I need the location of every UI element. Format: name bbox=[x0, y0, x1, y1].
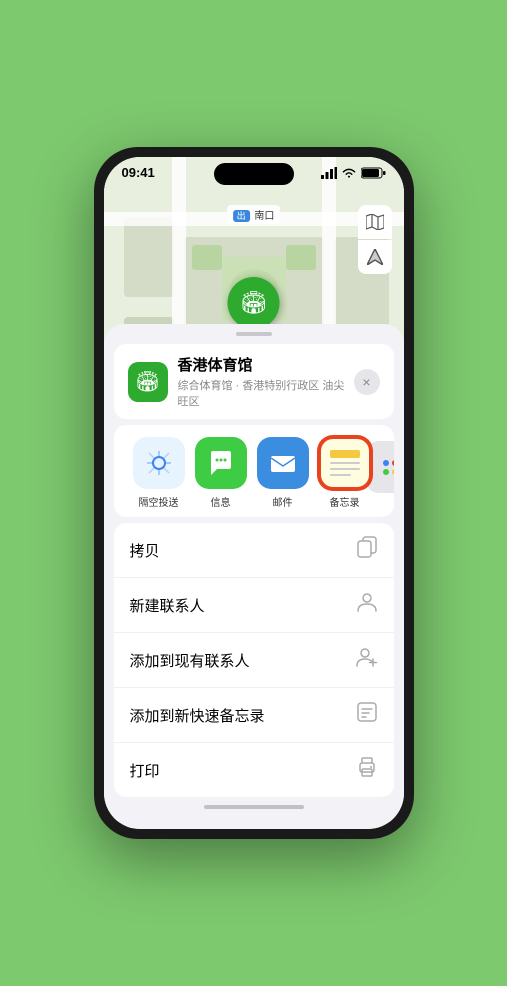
status-icons bbox=[321, 167, 386, 179]
action-add-existing[interactable]: 添加到现有联系人 bbox=[114, 633, 394, 688]
entrance-badge: 出 bbox=[233, 210, 250, 222]
map-type-button[interactable] bbox=[358, 205, 392, 239]
person-svg bbox=[356, 591, 378, 613]
share-notes[interactable]: 备忘录 bbox=[314, 437, 376, 509]
person-icon bbox=[356, 591, 378, 619]
notes-top-bar bbox=[330, 450, 360, 458]
print-icon bbox=[356, 756, 378, 784]
notes-label: 备忘录 bbox=[330, 494, 360, 509]
share-messages[interactable]: 信息 bbox=[190, 437, 252, 509]
copy-svg bbox=[356, 536, 378, 558]
messages-icon bbox=[195, 437, 247, 489]
messages-svg bbox=[207, 449, 235, 477]
stadium-icon: 🏟 bbox=[240, 290, 268, 316]
share-more[interactable] bbox=[376, 437, 394, 509]
action-print[interactable]: 打印 bbox=[114, 743, 394, 797]
map-type-icon bbox=[366, 214, 384, 230]
share-row: 隔空投送 信息 bbox=[114, 425, 394, 517]
bottom-sheet: 🏟 香港体育馆 综合体育馆 · 香港特别行政区 油尖旺区 × bbox=[104, 324, 404, 829]
copy-label: 拷贝 bbox=[130, 540, 160, 561]
action-new-contact[interactable]: 新建联系人 bbox=[114, 578, 394, 633]
mail-icon bbox=[257, 437, 309, 489]
notes-line-3 bbox=[330, 474, 351, 476]
sheet-handle bbox=[236, 332, 272, 336]
copy-icon bbox=[356, 536, 378, 564]
signal-icon bbox=[321, 167, 337, 179]
person-add-icon bbox=[356, 646, 378, 674]
venue-header: 🏟 香港体育馆 综合体育馆 · 香港特别行政区 油尖旺区 × bbox=[114, 344, 394, 419]
mail-svg bbox=[269, 449, 297, 477]
location-button[interactable] bbox=[358, 240, 392, 274]
home-indicator bbox=[204, 805, 304, 809]
phone-screen: 09:41 bbox=[104, 157, 404, 829]
airdrop-label: 隔空投送 bbox=[139, 494, 179, 509]
person-add-svg bbox=[356, 646, 378, 668]
map-entrance-label: 出 南口 bbox=[227, 205, 281, 224]
battery-icon bbox=[361, 167, 386, 179]
new-contact-label: 新建联系人 bbox=[130, 595, 205, 616]
add-note-label: 添加到新快速备忘录 bbox=[130, 705, 265, 726]
wifi-icon bbox=[341, 167, 357, 179]
map-controls[interactable] bbox=[358, 205, 392, 274]
messages-label: 信息 bbox=[211, 494, 231, 509]
note-svg bbox=[356, 701, 378, 723]
dynamic-island bbox=[214, 163, 294, 185]
add-existing-label: 添加到现有联系人 bbox=[130, 650, 250, 671]
phone-frame: 09:41 bbox=[94, 147, 414, 839]
notes-line-1 bbox=[330, 462, 360, 464]
action-copy[interactable]: 拷贝 bbox=[114, 523, 394, 578]
venue-desc: 综合体育馆 · 香港特别行政区 油尖旺区 bbox=[178, 377, 354, 409]
location-arrow-icon bbox=[367, 249, 383, 265]
venue-header-icon: 🏟 bbox=[128, 362, 168, 402]
airdrop-icon bbox=[133, 437, 185, 489]
notes-icon bbox=[319, 437, 371, 489]
action-add-note[interactable]: 添加到新快速备忘录 bbox=[114, 688, 394, 743]
venue-info: 香港体育馆 综合体育馆 · 香港特别行政区 油尖旺区 bbox=[178, 354, 354, 409]
action-list: 拷贝 新建联系人 bbox=[114, 523, 394, 797]
close-button[interactable]: × bbox=[354, 369, 380, 395]
share-mail[interactable]: 邮件 bbox=[252, 437, 314, 509]
print-svg bbox=[356, 756, 378, 778]
print-label: 打印 bbox=[130, 760, 160, 781]
airdrop-svg bbox=[145, 449, 173, 477]
status-time: 09:41 bbox=[122, 165, 155, 180]
notes-line-2 bbox=[330, 468, 360, 470]
share-airdrop[interactable]: 隔空投送 bbox=[128, 437, 190, 509]
venue-name: 香港体育馆 bbox=[178, 354, 354, 375]
notes-lines bbox=[330, 450, 360, 476]
mail-label: 邮件 bbox=[273, 494, 293, 509]
note-icon bbox=[356, 701, 378, 729]
